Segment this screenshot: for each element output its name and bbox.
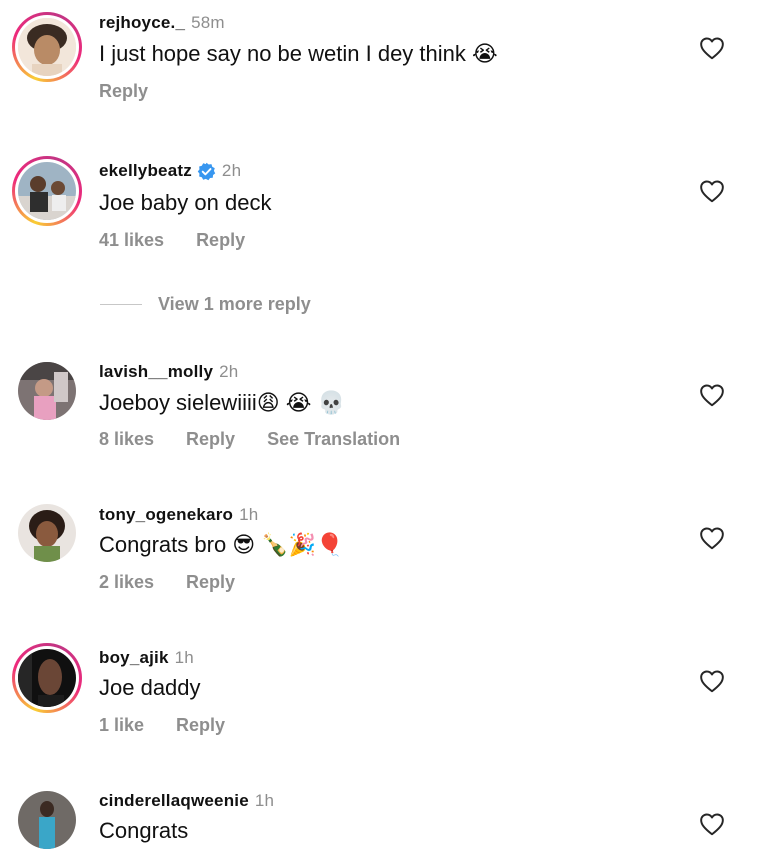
comments-list: rejhoyce._ 58m I just hope say no be wet… bbox=[0, 0, 768, 852]
avatar-story-ring[interactable] bbox=[12, 156, 82, 226]
comment-header: rejhoyce._ 58m bbox=[99, 13, 225, 33]
comment-header: tony_ogenekaro 1h bbox=[99, 505, 258, 525]
heart-outline-icon[interactable] bbox=[699, 526, 725, 550]
avatar bbox=[18, 162, 76, 220]
avatar bbox=[18, 791, 76, 849]
likes-count[interactable]: 1 like bbox=[99, 715, 144, 736]
reply-button[interactable]: Reply bbox=[186, 429, 235, 450]
comment-actions: Reply bbox=[99, 81, 180, 102]
username-link[interactable]: rejhoyce._ bbox=[99, 13, 185, 33]
view-more-replies-button[interactable]: View 1 more reply bbox=[100, 294, 311, 315]
avatar-story-ring[interactable] bbox=[12, 643, 82, 713]
username-link[interactable]: boy_ajik bbox=[99, 648, 169, 668]
heart-outline-icon[interactable] bbox=[699, 812, 725, 836]
likes-count[interactable]: 8 likes bbox=[99, 429, 154, 450]
comment-actions: 2 likes Reply bbox=[99, 572, 267, 593]
avatar bbox=[18, 18, 76, 76]
divider-line bbox=[100, 304, 142, 305]
comment-timestamp: 2h bbox=[219, 362, 239, 381]
likes-count[interactable]: 2 likes bbox=[99, 572, 154, 593]
see-translation-button[interactable]: See Translation bbox=[267, 429, 400, 450]
avatar-wrapper[interactable] bbox=[12, 356, 82, 426]
comment-header: boy_ajik 1h bbox=[99, 648, 194, 668]
comment-actions: 1 like Reply bbox=[99, 715, 257, 736]
comment-timestamp: 1h bbox=[254, 791, 275, 810]
username-link[interactable]: cinderellaqweenie bbox=[99, 791, 249, 811]
comment-header: cinderellaqweenie 1h bbox=[99, 791, 274, 811]
heart-outline-icon[interactable] bbox=[699, 179, 725, 203]
avatar bbox=[18, 362, 76, 420]
comment-text: Joeboy sielewiiii😩 😭 💀 bbox=[99, 390, 345, 415]
comment-actions: 8 likes Reply See Translation bbox=[99, 429, 432, 450]
likes-count[interactable]: 41 likes bbox=[99, 230, 164, 251]
comment-text: Congrats bro 😎 🍾🎉🎈 bbox=[99, 532, 344, 557]
comment-header: lavish__molly 2h bbox=[99, 362, 238, 382]
username-link[interactable]: tony_ogenekaro bbox=[99, 505, 233, 525]
avatar-wrapper[interactable] bbox=[12, 785, 82, 852]
username-link[interactable]: lavish__molly bbox=[99, 362, 213, 382]
comment-header: ekellybeatz 2h bbox=[99, 161, 241, 181]
view-more-replies-label: View 1 more reply bbox=[158, 294, 311, 314]
username-link[interactable]: ekellybeatz bbox=[99, 161, 192, 181]
comment-text: I just hope say no be wetin I dey think … bbox=[99, 41, 498, 66]
comment-text: Joe baby on deck bbox=[99, 190, 272, 215]
avatar bbox=[18, 504, 76, 562]
heart-outline-icon[interactable] bbox=[699, 669, 725, 693]
comment-timestamp: 58m bbox=[191, 13, 225, 32]
comment-timestamp: 1h bbox=[239, 505, 259, 524]
reply-button[interactable]: Reply bbox=[176, 715, 225, 736]
reply-button[interactable]: Reply bbox=[186, 572, 235, 593]
avatar-wrapper[interactable] bbox=[12, 498, 82, 568]
reply-button[interactable]: Reply bbox=[99, 81, 148, 102]
avatar-story-ring[interactable] bbox=[12, 12, 82, 82]
avatar bbox=[18, 649, 76, 707]
reply-button[interactable]: Reply bbox=[196, 230, 245, 251]
comment-timestamp: 1h bbox=[174, 648, 194, 667]
heart-outline-icon[interactable] bbox=[699, 36, 725, 60]
comment-text: Joe daddy bbox=[99, 675, 201, 700]
comment-actions: 41 likes Reply bbox=[99, 230, 277, 251]
comment-text: Congrats bbox=[99, 818, 189, 843]
comment-timestamp: 2h bbox=[221, 161, 242, 180]
heart-outline-icon[interactable] bbox=[699, 383, 725, 407]
verified-badge-icon bbox=[197, 162, 216, 180]
